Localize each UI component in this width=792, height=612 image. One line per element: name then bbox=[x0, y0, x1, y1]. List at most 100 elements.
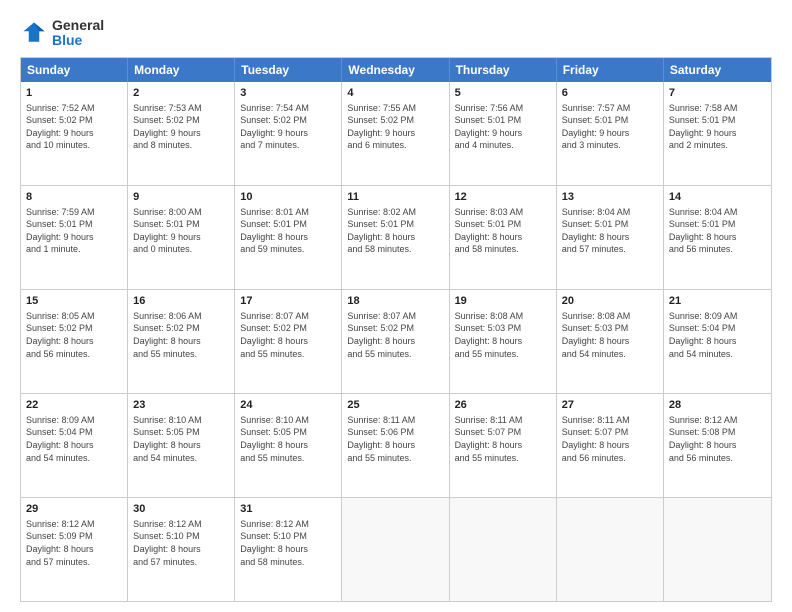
calendar-row-5: 29Sunrise: 8:12 AM Sunset: 5:09 PM Dayli… bbox=[21, 497, 771, 601]
day-info: Sunrise: 8:12 AM Sunset: 5:09 PM Dayligh… bbox=[26, 518, 122, 568]
day-info: Sunrise: 8:06 AM Sunset: 5:02 PM Dayligh… bbox=[133, 310, 229, 360]
day-info: Sunrise: 7:58 AM Sunset: 5:01 PM Dayligh… bbox=[669, 102, 766, 152]
day-number: 21 bbox=[669, 294, 766, 309]
calendar-cell-day-3: 3Sunrise: 7:54 AM Sunset: 5:02 PM Daylig… bbox=[235, 82, 342, 185]
calendar-cell-day-25: 25Sunrise: 8:11 AM Sunset: 5:06 PM Dayli… bbox=[342, 394, 449, 497]
day-number: 26 bbox=[455, 398, 551, 413]
day-number: 20 bbox=[562, 294, 658, 309]
day-info: Sunrise: 8:11 AM Sunset: 5:07 PM Dayligh… bbox=[562, 414, 658, 464]
calendar-cell-day-12: 12Sunrise: 8:03 AM Sunset: 5:01 PM Dayli… bbox=[450, 186, 557, 289]
day-number: 3 bbox=[240, 86, 336, 101]
day-info: Sunrise: 8:00 AM Sunset: 5:01 PM Dayligh… bbox=[133, 206, 229, 256]
calendar-row-1: 1Sunrise: 7:52 AM Sunset: 5:02 PM Daylig… bbox=[21, 82, 771, 185]
calendar-cell-empty bbox=[557, 498, 664, 601]
calendar-cell-day-11: 11Sunrise: 8:02 AM Sunset: 5:01 PM Dayli… bbox=[342, 186, 449, 289]
calendar-cell-day-14: 14Sunrise: 8:04 AM Sunset: 5:01 PM Dayli… bbox=[664, 186, 771, 289]
day-number: 7 bbox=[669, 86, 766, 101]
calendar-cell-day-18: 18Sunrise: 8:07 AM Sunset: 5:02 PM Dayli… bbox=[342, 290, 449, 393]
day-number: 1 bbox=[26, 86, 122, 101]
day-info: Sunrise: 8:11 AM Sunset: 5:06 PM Dayligh… bbox=[347, 414, 443, 464]
calendar-body: 1Sunrise: 7:52 AM Sunset: 5:02 PM Daylig… bbox=[21, 82, 771, 601]
day-info: Sunrise: 7:56 AM Sunset: 5:01 PM Dayligh… bbox=[455, 102, 551, 152]
day-info: Sunrise: 8:05 AM Sunset: 5:02 PM Dayligh… bbox=[26, 310, 122, 360]
day-info: Sunrise: 8:12 AM Sunset: 5:08 PM Dayligh… bbox=[669, 414, 766, 464]
calendar-cell-day-19: 19Sunrise: 8:08 AM Sunset: 5:03 PM Dayli… bbox=[450, 290, 557, 393]
calendar-cell-day-16: 16Sunrise: 8:06 AM Sunset: 5:02 PM Dayli… bbox=[128, 290, 235, 393]
calendar-cell-day-13: 13Sunrise: 8:04 AM Sunset: 5:01 PM Dayli… bbox=[557, 186, 664, 289]
calendar-cell-day-20: 20Sunrise: 8:08 AM Sunset: 5:03 PM Dayli… bbox=[557, 290, 664, 393]
day-number: 2 bbox=[133, 86, 229, 101]
calendar-cell-day-27: 27Sunrise: 8:11 AM Sunset: 5:07 PM Dayli… bbox=[557, 394, 664, 497]
calendar-cell-day-17: 17Sunrise: 8:07 AM Sunset: 5:02 PM Dayli… bbox=[235, 290, 342, 393]
day-info: Sunrise: 8:04 AM Sunset: 5:01 PM Dayligh… bbox=[669, 206, 766, 256]
day-number: 5 bbox=[455, 86, 551, 101]
page: General Blue SundayMondayTuesdayWednesda… bbox=[0, 0, 792, 612]
calendar-row-4: 22Sunrise: 8:09 AM Sunset: 5:04 PM Dayli… bbox=[21, 393, 771, 497]
calendar-cell-day-4: 4Sunrise: 7:55 AM Sunset: 5:02 PM Daylig… bbox=[342, 82, 449, 185]
day-number: 11 bbox=[347, 190, 443, 205]
calendar-row-3: 15Sunrise: 8:05 AM Sunset: 5:02 PM Dayli… bbox=[21, 289, 771, 393]
day-info: Sunrise: 7:59 AM Sunset: 5:01 PM Dayligh… bbox=[26, 206, 122, 256]
day-info: Sunrise: 8:09 AM Sunset: 5:04 PM Dayligh… bbox=[26, 414, 122, 464]
day-number: 24 bbox=[240, 398, 336, 413]
weekday-header-sunday: Sunday bbox=[21, 58, 128, 82]
calendar-cell-day-26: 26Sunrise: 8:11 AM Sunset: 5:07 PM Dayli… bbox=[450, 394, 557, 497]
calendar-cell-day-30: 30Sunrise: 8:12 AM Sunset: 5:10 PM Dayli… bbox=[128, 498, 235, 601]
calendar-cell-day-29: 29Sunrise: 8:12 AM Sunset: 5:09 PM Dayli… bbox=[21, 498, 128, 601]
day-number: 23 bbox=[133, 398, 229, 413]
day-number: 17 bbox=[240, 294, 336, 309]
calendar-row-2: 8Sunrise: 7:59 AM Sunset: 5:01 PM Daylig… bbox=[21, 185, 771, 289]
day-info: Sunrise: 7:55 AM Sunset: 5:02 PM Dayligh… bbox=[347, 102, 443, 152]
day-number: 15 bbox=[26, 294, 122, 309]
day-info: Sunrise: 8:09 AM Sunset: 5:04 PM Dayligh… bbox=[669, 310, 766, 360]
calendar-cell-day-21: 21Sunrise: 8:09 AM Sunset: 5:04 PM Dayli… bbox=[664, 290, 771, 393]
day-number: 28 bbox=[669, 398, 766, 413]
calendar-cell-day-23: 23Sunrise: 8:10 AM Sunset: 5:05 PM Dayli… bbox=[128, 394, 235, 497]
calendar-cell-empty bbox=[450, 498, 557, 601]
calendar-cell-day-22: 22Sunrise: 8:09 AM Sunset: 5:04 PM Dayli… bbox=[21, 394, 128, 497]
day-number: 12 bbox=[455, 190, 551, 205]
calendar-cell-day-6: 6Sunrise: 7:57 AM Sunset: 5:01 PM Daylig… bbox=[557, 82, 664, 185]
logo-icon bbox=[20, 19, 48, 47]
day-number: 16 bbox=[133, 294, 229, 309]
day-number: 29 bbox=[26, 502, 122, 517]
calendar-cell-day-5: 5Sunrise: 7:56 AM Sunset: 5:01 PM Daylig… bbox=[450, 82, 557, 185]
day-info: Sunrise: 8:04 AM Sunset: 5:01 PM Dayligh… bbox=[562, 206, 658, 256]
calendar-cell-day-31: 31Sunrise: 8:12 AM Sunset: 5:10 PM Dayli… bbox=[235, 498, 342, 601]
calendar-cell-day-28: 28Sunrise: 8:12 AM Sunset: 5:08 PM Dayli… bbox=[664, 394, 771, 497]
day-number: 13 bbox=[562, 190, 658, 205]
day-number: 22 bbox=[26, 398, 122, 413]
weekday-header-tuesday: Tuesday bbox=[235, 58, 342, 82]
day-info: Sunrise: 8:07 AM Sunset: 5:02 PM Dayligh… bbox=[240, 310, 336, 360]
calendar-cell-day-15: 15Sunrise: 8:05 AM Sunset: 5:02 PM Dayli… bbox=[21, 290, 128, 393]
calendar-header: SundayMondayTuesdayWednesdayThursdayFrid… bbox=[21, 58, 771, 82]
day-info: Sunrise: 8:12 AM Sunset: 5:10 PM Dayligh… bbox=[133, 518, 229, 568]
calendar-cell-empty bbox=[664, 498, 771, 601]
day-number: 18 bbox=[347, 294, 443, 309]
calendar-cell-day-2: 2Sunrise: 7:53 AM Sunset: 5:02 PM Daylig… bbox=[128, 82, 235, 185]
header: General Blue bbox=[20, 18, 772, 49]
day-info: Sunrise: 7:52 AM Sunset: 5:02 PM Dayligh… bbox=[26, 102, 122, 152]
logo: General Blue bbox=[20, 18, 104, 49]
day-info: Sunrise: 8:01 AM Sunset: 5:01 PM Dayligh… bbox=[240, 206, 336, 256]
day-number: 14 bbox=[669, 190, 766, 205]
day-info: Sunrise: 8:02 AM Sunset: 5:01 PM Dayligh… bbox=[347, 206, 443, 256]
weekday-header-monday: Monday bbox=[128, 58, 235, 82]
logo-text: General Blue bbox=[52, 18, 104, 49]
day-info: Sunrise: 8:08 AM Sunset: 5:03 PM Dayligh… bbox=[455, 310, 551, 360]
weekday-header-wednesday: Wednesday bbox=[342, 58, 449, 82]
day-number: 10 bbox=[240, 190, 336, 205]
calendar-cell-empty bbox=[342, 498, 449, 601]
day-number: 30 bbox=[133, 502, 229, 517]
day-number: 31 bbox=[240, 502, 336, 517]
weekday-header-saturday: Saturday bbox=[664, 58, 771, 82]
day-info: Sunrise: 8:08 AM Sunset: 5:03 PM Dayligh… bbox=[562, 310, 658, 360]
calendar-cell-day-10: 10Sunrise: 8:01 AM Sunset: 5:01 PM Dayli… bbox=[235, 186, 342, 289]
day-number: 25 bbox=[347, 398, 443, 413]
day-info: Sunrise: 8:10 AM Sunset: 5:05 PM Dayligh… bbox=[240, 414, 336, 464]
day-number: 9 bbox=[133, 190, 229, 205]
day-number: 4 bbox=[347, 86, 443, 101]
day-number: 8 bbox=[26, 190, 122, 205]
day-info: Sunrise: 8:07 AM Sunset: 5:02 PM Dayligh… bbox=[347, 310, 443, 360]
day-number: 27 bbox=[562, 398, 658, 413]
